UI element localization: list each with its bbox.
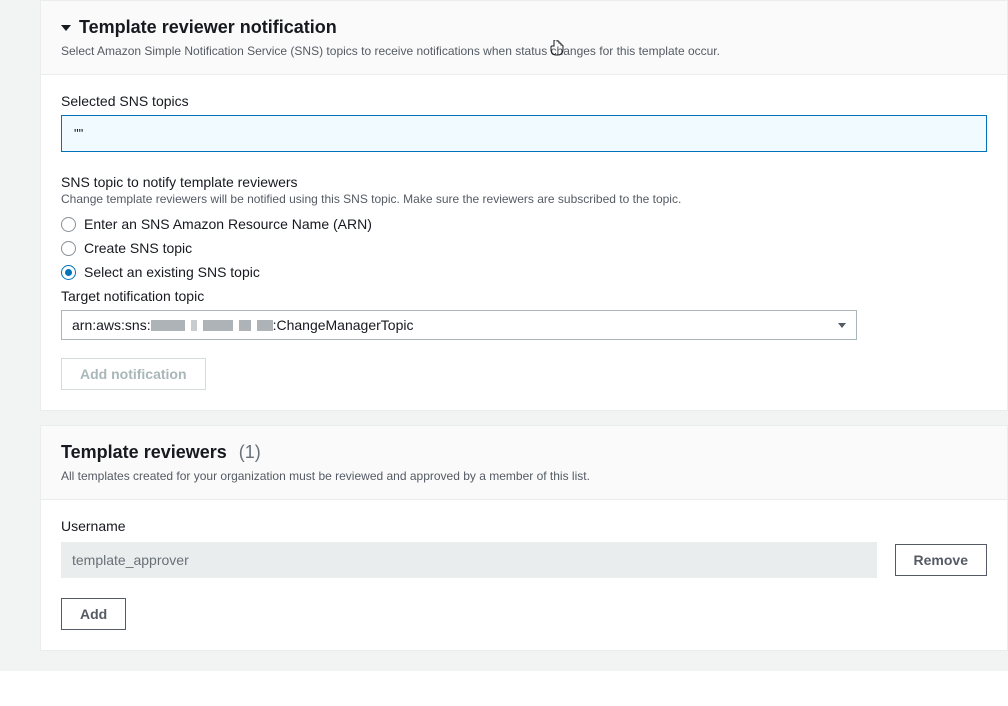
reviewers-title: Template reviewers: [61, 442, 227, 463]
username-label: Username: [61, 518, 987, 534]
reviewers-panel-body: Username template_approver Remove Add: [41, 500, 1007, 650]
username-row: template_approver Remove: [61, 542, 987, 578]
radio-enter-arn[interactable]: Enter an SNS Amazon Resource Name (ARN): [61, 216, 987, 232]
radio-icon-selected: [61, 265, 76, 280]
radio-label: Create SNS topic: [84, 240, 192, 256]
sns-radio-group: Enter an SNS Amazon Resource Name (ARN) …: [61, 216, 987, 280]
notification-title: Template reviewer notification: [79, 17, 337, 38]
notification-title-row[interactable]: Template reviewer notification: [61, 17, 987, 38]
target-topic-value: arn:aws:sns: :ChangeManagerTopic: [72, 317, 413, 333]
notification-panel-body: Selected SNS topics "" SNS topic to noti…: [41, 75, 1007, 410]
radio-icon: [61, 241, 76, 256]
sns-topic-title: SNS topic to notify template reviewers: [61, 174, 987, 190]
add-button[interactable]: Add: [61, 598, 126, 630]
target-topic-label: Target notification topic: [61, 288, 987, 304]
target-topic-suffix: :ChangeManagerTopic: [273, 317, 414, 333]
target-topic-prefix: arn:aws:sns:: [72, 317, 151, 333]
remove-button[interactable]: Remove: [895, 544, 987, 576]
selected-topics-value: "": [74, 126, 83, 141]
page: Template reviewer notification Select Am…: [0, 0, 1008, 671]
reviewers-desc: All templates created for your organizat…: [61, 467, 987, 485]
radio-icon: [61, 217, 76, 232]
reviewers-panel-header: Template reviewers (1) All templates cre…: [41, 426, 1007, 500]
username-value: template_approver: [72, 552, 189, 568]
reviewers-panel: Template reviewers (1) All templates cre…: [40, 425, 1008, 651]
redacted-region-account: [151, 320, 273, 331]
target-topic-select[interactable]: arn:aws:sns: :ChangeManagerTopic: [61, 310, 857, 340]
chevron-down-icon: [838, 323, 846, 328]
radio-select-existing[interactable]: Select an existing SNS topic: [61, 264, 987, 280]
radio-create-topic[interactable]: Create SNS topic: [61, 240, 987, 256]
add-notification-button[interactable]: Add notification: [61, 358, 206, 390]
reviewers-count: (1): [239, 442, 261, 463]
caret-down-icon: [61, 25, 71, 31]
radio-label: Enter an SNS Amazon Resource Name (ARN): [84, 216, 372, 232]
username-field: template_approver: [61, 542, 877, 578]
radio-label: Select an existing SNS topic: [84, 264, 260, 280]
selected-topics-box[interactable]: "": [61, 115, 987, 152]
notification-desc: Select Amazon Simple Notification Servic…: [61, 42, 987, 60]
notification-panel: Template reviewer notification Select Am…: [40, 0, 1008, 411]
selected-topics-label: Selected SNS topics: [61, 93, 987, 109]
notification-panel-header: Template reviewer notification Select Am…: [41, 1, 1007, 75]
sns-topic-desc: Change template reviewers will be notifi…: [61, 192, 987, 206]
